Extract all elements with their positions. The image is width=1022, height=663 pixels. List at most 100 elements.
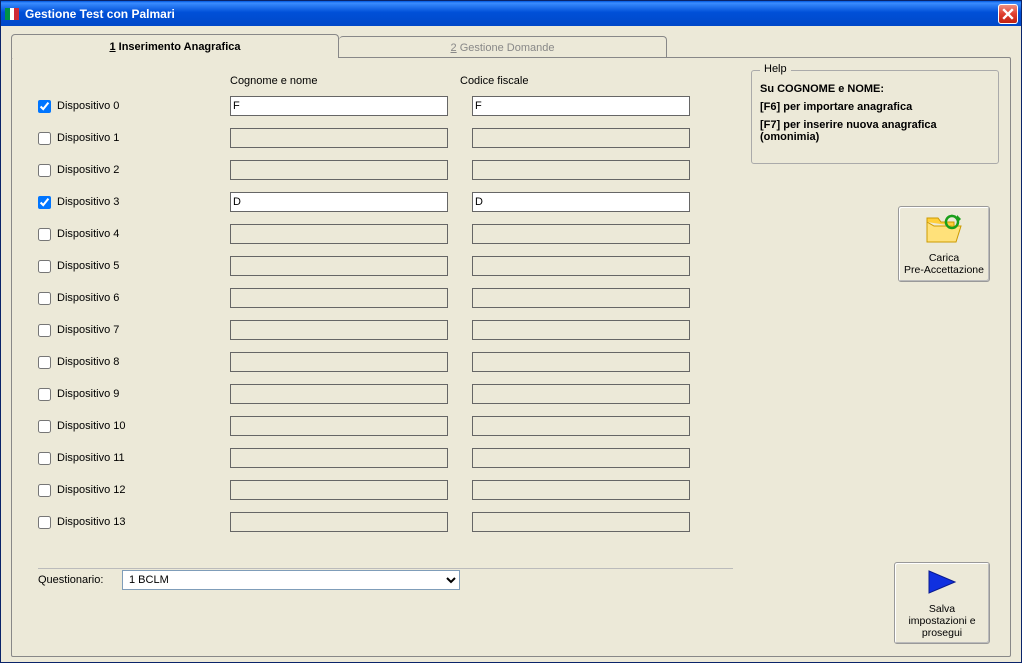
tab-inserimento-anagrafica[interactable]: 1 Inserimento Anagrafica bbox=[11, 34, 339, 58]
codice-fiscale-input[interactable] bbox=[472, 192, 690, 212]
device-checkbox[interactable] bbox=[38, 260, 51, 273]
device-checkbox[interactable] bbox=[38, 324, 51, 337]
device-check-label[interactable]: Dispositivo 7 bbox=[38, 324, 230, 337]
codice-fiscale-input[interactable] bbox=[472, 512, 690, 532]
device-row: Dispositivo 0 bbox=[38, 90, 733, 122]
device-check-label[interactable]: Dispositivo 2 bbox=[38, 164, 230, 177]
questionario-select[interactable]: 1 BCLM bbox=[122, 570, 460, 590]
device-checkbox[interactable] bbox=[38, 228, 51, 241]
codice-fiscale-input[interactable] bbox=[472, 96, 690, 116]
device-label: Dispositivo 8 bbox=[57, 356, 119, 368]
codice-fiscale-input[interactable] bbox=[472, 128, 690, 148]
help-line-2: [F6] per importare anagrafica bbox=[760, 101, 990, 113]
device-checkbox[interactable] bbox=[38, 420, 51, 433]
codice-fiscale-input[interactable] bbox=[472, 224, 690, 244]
help-column: Help Su COGNOME e NOME: [F6] per importa… bbox=[751, 70, 999, 590]
codice-fiscale-input[interactable] bbox=[472, 256, 690, 276]
device-checkbox[interactable] bbox=[38, 356, 51, 369]
device-checkbox[interactable] bbox=[38, 100, 51, 113]
window-title: Gestione Test con Palmari bbox=[25, 7, 998, 21]
device-check-label[interactable]: Dispositivo 4 bbox=[38, 228, 230, 241]
device-checkbox[interactable] bbox=[38, 484, 51, 497]
device-row: Dispositivo 9 bbox=[38, 378, 733, 410]
tab-body: Cognome e nome Codice fiscale Dispositiv… bbox=[11, 57, 1011, 657]
close-button[interactable] bbox=[998, 4, 1018, 24]
codice-fiscale-input[interactable] bbox=[472, 416, 690, 436]
device-check-label[interactable]: Dispositivo 10 bbox=[38, 420, 230, 433]
device-check-label[interactable]: Dispositivo 0 bbox=[38, 100, 230, 113]
device-checkbox[interactable] bbox=[38, 132, 51, 145]
cognome-nome-input[interactable] bbox=[230, 192, 448, 212]
device-checkbox[interactable] bbox=[38, 196, 51, 209]
device-check-label[interactable]: Dispositivo 13 bbox=[38, 516, 230, 529]
cognome-nome-input[interactable] bbox=[230, 480, 448, 500]
carica-pre-accettazione-button[interactable]: Carica Pre-Accettazione bbox=[898, 206, 990, 282]
device-row: Dispositivo 10 bbox=[38, 410, 733, 442]
codice-fiscale-input[interactable] bbox=[472, 384, 690, 404]
device-check-label[interactable]: Dispositivo 5 bbox=[38, 260, 230, 273]
device-row: Dispositivo 3 bbox=[38, 186, 733, 218]
main-grid: Cognome e nome Codice fiscale Dispositiv… bbox=[38, 70, 996, 590]
codice-fiscale-input[interactable] bbox=[472, 480, 690, 500]
help-line-1: Su COGNOME e NOME: bbox=[760, 83, 990, 95]
device-row: Dispositivo 7 bbox=[38, 314, 733, 346]
questionario-row: Questionario: 1 BCLM bbox=[38, 556, 733, 590]
cognome-nome-input[interactable] bbox=[230, 128, 448, 148]
codice-fiscale-input[interactable] bbox=[472, 288, 690, 308]
device-label: Dispositivo 10 bbox=[57, 420, 125, 432]
tab-gestione-domande[interactable]: 2 Gestione Domande bbox=[339, 36, 667, 58]
devices-column: Cognome e nome Codice fiscale Dispositiv… bbox=[38, 70, 733, 590]
device-label: Dispositivo 5 bbox=[57, 260, 119, 272]
device-checkbox[interactable] bbox=[38, 516, 51, 529]
device-check-label[interactable]: Dispositivo 9 bbox=[38, 388, 230, 401]
device-row: Dispositivo 4 bbox=[38, 218, 733, 250]
device-label: Dispositivo 0 bbox=[57, 100, 119, 112]
device-label: Dispositivo 7 bbox=[57, 324, 119, 336]
salva-prosegui-button[interactable]: Salva impostazioni e prosegui bbox=[894, 562, 990, 644]
device-row: Dispositivo 12 bbox=[38, 474, 733, 506]
cognome-nome-input[interactable] bbox=[230, 512, 448, 532]
client-area: 1 Inserimento Anagrafica 2 Gestione Doma… bbox=[1, 26, 1021, 662]
device-checkbox[interactable] bbox=[38, 164, 51, 177]
cognome-nome-input[interactable] bbox=[230, 224, 448, 244]
device-check-label[interactable]: Dispositivo 3 bbox=[38, 196, 230, 209]
window: Gestione Test con Palmari 1 Inserimento … bbox=[0, 0, 1022, 663]
device-row: Dispositivo 13 bbox=[38, 506, 733, 538]
device-checkbox[interactable] bbox=[38, 292, 51, 305]
help-fieldset: Help Su COGNOME e NOME: [F6] per importa… bbox=[751, 70, 999, 164]
cognome-nome-input[interactable] bbox=[230, 160, 448, 180]
folder-open-icon bbox=[924, 212, 964, 249]
device-checkbox[interactable] bbox=[38, 388, 51, 401]
device-row: Dispositivo 8 bbox=[38, 346, 733, 378]
cognome-nome-input[interactable] bbox=[230, 288, 448, 308]
prosegui-label: Salva impostazioni e prosegui bbox=[899, 603, 985, 639]
device-row: Dispositivo 1 bbox=[38, 122, 733, 154]
cognome-nome-input[interactable] bbox=[230, 416, 448, 436]
codice-fiscale-input[interactable] bbox=[472, 320, 690, 340]
cognome-nome-input[interactable] bbox=[230, 448, 448, 468]
codice-fiscale-input[interactable] bbox=[472, 352, 690, 372]
device-row: Dispositivo 2 bbox=[38, 154, 733, 186]
cognome-nome-input[interactable] bbox=[230, 320, 448, 340]
italy-flag-icon bbox=[5, 8, 19, 20]
cognome-nome-input[interactable] bbox=[230, 256, 448, 276]
codice-fiscale-input[interactable] bbox=[472, 160, 690, 180]
device-row: Dispositivo 5 bbox=[38, 250, 733, 282]
device-label: Dispositivo 6 bbox=[57, 292, 119, 304]
codice-fiscale-input[interactable] bbox=[472, 448, 690, 468]
cognome-nome-input[interactable] bbox=[230, 96, 448, 116]
device-label: Dispositivo 9 bbox=[57, 388, 119, 400]
help-legend: Help bbox=[760, 63, 791, 75]
device-check-label[interactable]: Dispositivo 8 bbox=[38, 356, 230, 369]
cognome-nome-input[interactable] bbox=[230, 352, 448, 372]
device-check-label[interactable]: Dispositivo 12 bbox=[38, 484, 230, 497]
play-icon bbox=[925, 567, 959, 600]
separator bbox=[38, 568, 733, 569]
device-label: Dispositivo 11 bbox=[57, 452, 125, 464]
cognome-nome-input[interactable] bbox=[230, 384, 448, 404]
device-check-label[interactable]: Dispositivo 1 bbox=[38, 132, 230, 145]
device-checkbox[interactable] bbox=[38, 452, 51, 465]
device-check-label[interactable]: Dispositivo 6 bbox=[38, 292, 230, 305]
close-icon bbox=[1002, 8, 1014, 20]
device-check-label[interactable]: Dispositivo 11 bbox=[38, 452, 230, 465]
